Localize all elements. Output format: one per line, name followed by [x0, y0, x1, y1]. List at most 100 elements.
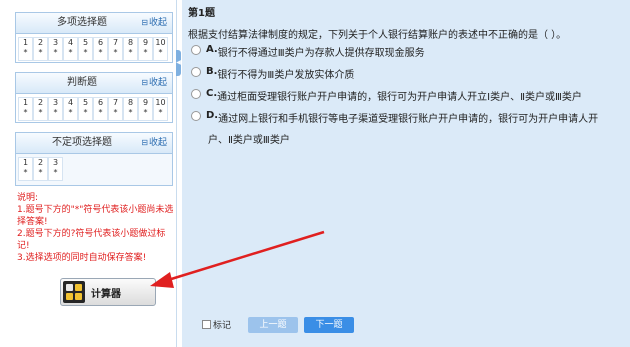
option-letter: A.	[206, 44, 218, 55]
question-number: 8	[127, 38, 134, 47]
question-number: 4	[67, 38, 74, 47]
radio-button[interactable]	[191, 45, 201, 55]
question-number: 4	[67, 98, 74, 107]
section-title: 判断题	[67, 77, 97, 88]
calculator-label: 计算器	[91, 288, 121, 300]
question-cell[interactable]: 6 *	[93, 37, 108, 61]
question-cell[interactable]: 1 *	[18, 97, 33, 121]
question-cell[interactable]: 10 *	[153, 97, 168, 121]
sidebar-toggle[interactable]: ◀	[176, 50, 181, 76]
question-number: 6	[97, 38, 104, 47]
collapse-button[interactable]: ⊟收起	[141, 73, 167, 93]
question-number: 1	[22, 98, 29, 107]
question-cell[interactable]: 3 *	[48, 157, 63, 181]
radio-button[interactable]	[191, 67, 201, 77]
radio-button[interactable]	[191, 111, 201, 121]
question-number: 2	[37, 158, 44, 167]
notes-line-2: 2.题号下方的?符号代表该小题做过标记!	[17, 229, 166, 251]
question-cell[interactable]: 3 *	[48, 97, 63, 121]
question-cell[interactable]: 10 *	[153, 37, 168, 61]
question-cell[interactable]: 9 *	[138, 37, 153, 61]
question-cell[interactable]: 1 *	[18, 37, 33, 61]
question-cell[interactable]: 5 *	[78, 37, 93, 61]
option-d[interactable]: D. 通过网上银行和手机银行等电子渠道受理银行账户开户申请的，银行可为开户申请人…	[191, 110, 598, 125]
question-cell[interactable]: 9 *	[138, 97, 153, 121]
collapse-label: 收起	[148, 138, 167, 148]
question-cell[interactable]: 1 *	[18, 157, 33, 181]
question-number: 6	[97, 98, 104, 107]
question-number: 2	[37, 38, 44, 47]
collapse-button[interactable]: ⊟收起	[141, 133, 167, 153]
question-number: 5	[82, 98, 89, 107]
unanswered-mark: *	[23, 48, 28, 57]
calculator-button[interactable]: 计算器	[60, 278, 156, 306]
question-grid: 1 * 2 * 3 * 4 * 5 * 6 * 7 * 8 * 9 * 10 *	[16, 34, 172, 62]
question-cell[interactable]: 7 *	[108, 97, 123, 121]
unanswered-mark: *	[53, 48, 58, 57]
notes-line-1: 1.题号下方的"*"符号代表该小题尚未选择答案!	[17, 205, 174, 227]
option-d-continuation: 户、Ⅱ类户或Ⅲ类户	[208, 135, 290, 146]
unanswered-mark: *	[98, 108, 103, 117]
option-letter: B.	[206, 66, 218, 77]
section-title: 不定项选择题	[52, 137, 112, 148]
next-question-button[interactable]: 下一题	[304, 317, 354, 333]
unanswered-mark: *	[68, 108, 73, 117]
option-letter: D.	[206, 110, 219, 121]
question-navigator-sidebar: 多项选择题 ⊟收起 1 * 2 * 3 * 4 * 5 * 6 * 7 * 8 * 9 * 10 *…	[0, 0, 177, 347]
collapse-icon: ⊟	[141, 138, 148, 147]
chevron-left-icon: ◀	[176, 59, 181, 66]
question-number: 9	[142, 38, 149, 47]
question-cell[interactable]: 4 *	[63, 97, 78, 121]
option-text: 银行不得通过Ⅲ类户为存款人提供存取现金服务	[217, 48, 425, 59]
unanswered-mark: *	[113, 108, 118, 117]
section-indefinite-choice: 不定项选择题 ⊟收起 1 * 2 * 3 *	[15, 132, 173, 186]
question-cell[interactable]: 2 *	[33, 37, 48, 61]
radio-button[interactable]	[191, 89, 201, 99]
question-cell[interactable]: 8 *	[123, 37, 138, 61]
unanswered-mark: *	[98, 48, 103, 57]
collapse-icon: ⊟	[141, 78, 148, 87]
section-header: 判断题 ⊟收起	[16, 73, 172, 94]
unanswered-mark: *	[23, 168, 28, 177]
collapse-button[interactable]: ⊟收起	[141, 13, 167, 33]
unanswered-mark: *	[38, 48, 43, 57]
question-number: 9	[142, 98, 149, 107]
question-cell[interactable]: 7 *	[108, 37, 123, 61]
option-c[interactable]: C. 通过柜面受理银行账户开户申请的，银行可为开户申请人开立Ⅰ类户、Ⅱ类户或Ⅲ类…	[191, 88, 582, 103]
option-a[interactable]: A. 银行不得通过Ⅲ类户为存款人提供存取现金服务	[191, 44, 425, 59]
notes-line-3: 3.选择选项的同时自动保存答案!	[17, 253, 147, 263]
option-b[interactable]: B. 银行不得为Ⅲ类户发放实体介质	[191, 66, 354, 81]
unanswered-mark: *	[68, 48, 73, 57]
unanswered-mark: *	[143, 108, 148, 117]
section-title: 多项选择题	[57, 17, 107, 28]
checkbox[interactable]	[202, 320, 211, 329]
question-number: 7	[112, 98, 119, 107]
question-area: 第1题 根据支付结算法律制度的规定，下列关于个人银行结算账户的表述中不正确的是（…	[182, 0, 630, 347]
question-number: 5	[82, 38, 89, 47]
question-cell[interactable]: 2 *	[33, 97, 48, 121]
question-number: 3	[52, 98, 59, 107]
instructions-notes: 说明: 1.题号下方的"*"符号代表该小题尚未选择答案! 2.题号下方的?符号代…	[17, 192, 175, 264]
mark-checkbox[interactable]: 标记	[202, 318, 231, 331]
prev-question-button[interactable]: 上一题	[248, 317, 298, 333]
question-title: 第1题	[188, 8, 215, 19]
unanswered-mark: *	[128, 108, 133, 117]
calculator-icon	[63, 281, 85, 303]
question-grid: 1 * 2 * 3 * 4 * 5 * 6 * 7 * 8 * 9 * 10 *	[16, 94, 172, 122]
question-number: 1	[22, 158, 29, 167]
section-header: 不定项选择题 ⊟收起	[16, 133, 172, 154]
unanswered-mark: *	[53, 108, 58, 117]
option-text: 通过网上银行和手机银行等电子渠道受理银行账户开户申请的，银行可为开户申请人开	[218, 114, 599, 125]
option-text: 通过柜面受理银行账户开户申请的，银行可为开户申请人开立Ⅰ类户、Ⅱ类户或Ⅲ类户	[217, 92, 582, 103]
notes-heading: 说明:	[17, 193, 39, 203]
question-cell[interactable]: 8 *	[123, 97, 138, 121]
question-number: 3	[52, 38, 59, 47]
question-cell[interactable]: 6 *	[93, 97, 108, 121]
unanswered-mark: *	[23, 108, 28, 117]
question-cell[interactable]: 5 *	[78, 97, 93, 121]
question-cell[interactable]: 4 *	[63, 37, 78, 61]
unanswered-mark: *	[128, 48, 133, 57]
question-cell[interactable]: 3 *	[48, 37, 63, 61]
unanswered-mark: *	[38, 168, 43, 177]
question-cell[interactable]: 2 *	[33, 157, 48, 181]
